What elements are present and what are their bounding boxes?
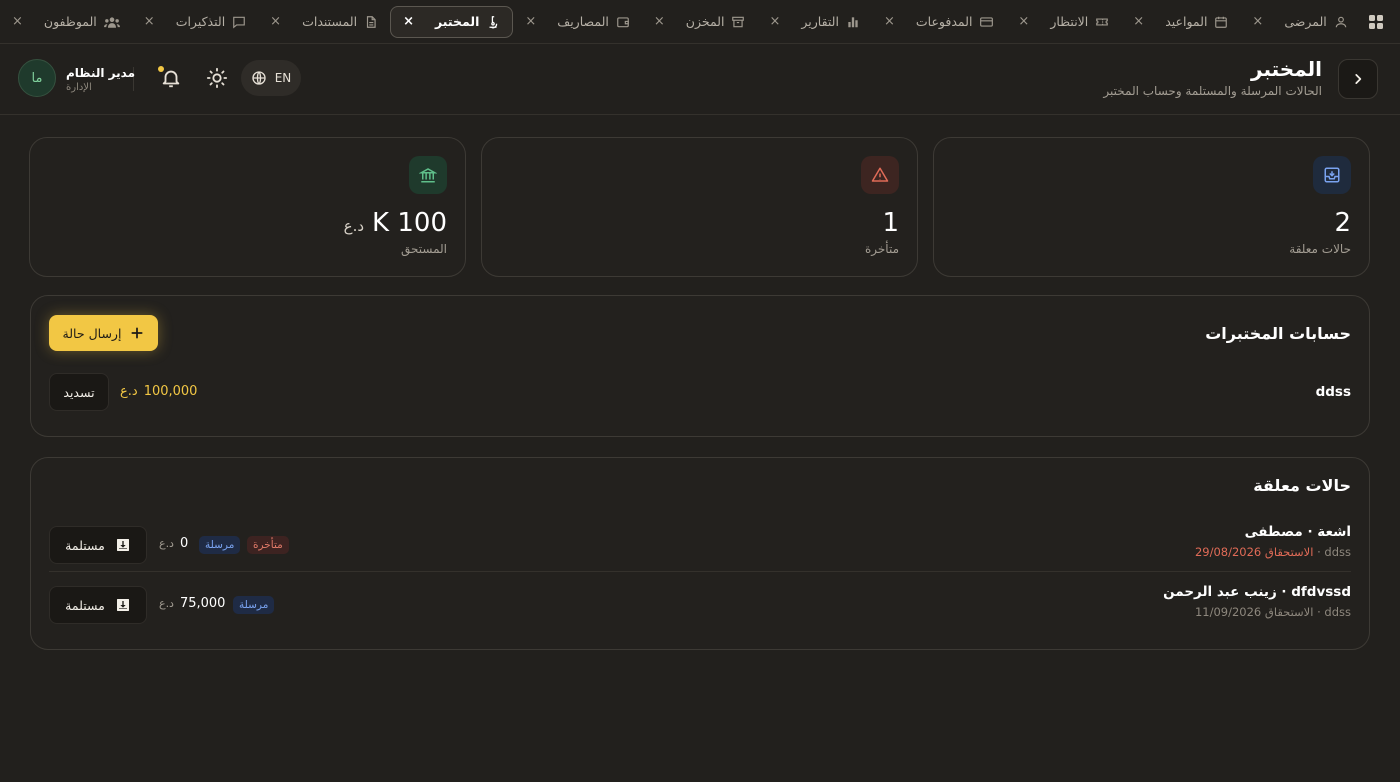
status-badge: متأخرة	[247, 536, 289, 554]
calendar-icon	[1214, 15, 1228, 29]
apps-grid-icon[interactable]	[1360, 5, 1392, 39]
tab-label: المدفوعات	[915, 14, 973, 29]
mark-received-button[interactable]: مستلمة	[49, 526, 147, 564]
credit-card-icon	[979, 15, 994, 29]
warning-icon	[861, 156, 899, 194]
stat-label: متأخرة	[864, 242, 899, 256]
close-icon[interactable]: ×	[270, 14, 281, 29]
tab-label: المواعيد	[1165, 14, 1208, 29]
stat-label: حالات معلقة	[1289, 242, 1351, 256]
microscope-icon	[486, 15, 500, 29]
plus-icon	[131, 327, 143, 339]
tab-staff[interactable]: الموظفون ×	[0, 6, 132, 38]
tab-reminders[interactable]: التذكيرات ×	[132, 6, 258, 38]
close-icon[interactable]: ×	[525, 14, 536, 29]
list-item: اشعة · مصطفى ddss · الاستحقاق 29/08/2026…	[49, 522, 1351, 572]
tab-label: التذكيرات	[175, 14, 226, 29]
case-meta: ddss · الاستحقاق 11/09/2026	[1194, 605, 1351, 619]
avatar[interactable]: ما	[18, 59, 56, 97]
tab-patients[interactable]: المرضى ×	[1240, 6, 1359, 38]
close-icon[interactable]: ×	[1252, 14, 1263, 29]
status-badge: مرسلة	[199, 536, 241, 554]
page-title: المختبر	[1251, 57, 1322, 81]
users-icon	[103, 15, 120, 29]
close-icon[interactable]: ×	[12, 14, 23, 29]
back-button[interactable]	[1338, 59, 1378, 99]
bar-chart-icon	[846, 15, 860, 29]
chevron-right-icon	[1355, 74, 1362, 84]
close-icon[interactable]: ×	[654, 14, 665, 29]
user-name[interactable]: مدير النظام	[66, 66, 135, 80]
user-role: الإدارة	[66, 82, 92, 93]
case-amount: 0 د.ع	[159, 536, 189, 551]
pending-cases-card: حالات معلقة اشعة · مصطفى ddss · الاستحقا…	[30, 457, 1370, 650]
lab-balance: 100,000 د.ع	[120, 384, 198, 399]
globe-icon	[252, 71, 266, 85]
stat-value: 100 K د.ع	[343, 208, 447, 238]
tab-lab[interactable]: المختبر ×	[390, 5, 514, 38]
stat-value: 1	[882, 208, 899, 238]
currency-label: د.ع	[343, 217, 365, 235]
archive-icon	[731, 15, 745, 29]
tab-waiting[interactable]: الانتظار ×	[1006, 6, 1121, 38]
stat-card-pending: 2 حالات معلقة	[933, 137, 1370, 277]
tab-label: الانتظار	[1050, 14, 1089, 29]
stat-card-due: 100 K د.ع المستحق	[29, 137, 466, 277]
close-icon[interactable]: ×	[769, 14, 780, 29]
case-amount: 75,000 د.ع	[159, 596, 226, 611]
close-icon[interactable]: ×	[1133, 14, 1144, 29]
user-icon	[1334, 15, 1348, 29]
tab-label: المستندات	[302, 14, 358, 29]
tab-label: المرضى	[1284, 14, 1327, 29]
stat-card-overdue: 1 متأخرة	[481, 137, 918, 277]
divider	[49, 571, 1351, 572]
tab-reports[interactable]: التقارير ×	[757, 6, 872, 38]
tab-label: المصاريف	[557, 14, 609, 29]
case-meta: ddss · الاستحقاق 29/08/2026	[1194, 545, 1351, 559]
tab-label: المخزن	[685, 14, 725, 29]
ticket-icon	[1095, 15, 1109, 29]
case-title: اشعة · مصطفى	[1244, 524, 1351, 540]
send-case-button[interactable]: إرسال حالة	[49, 315, 158, 351]
download-tray-icon	[116, 599, 129, 611]
tab-payments[interactable]: المدفوعات ×	[872, 6, 1006, 38]
case-title: dfdvssd · زينب عبد الرحمن	[1163, 584, 1351, 600]
message-icon	[232, 15, 246, 29]
page-header: المختبر الحالات المرسلة والمستلمة وحساب …	[0, 45, 1400, 115]
lab-name: ddss	[1315, 384, 1351, 400]
stat-label: المستحق	[400, 242, 447, 256]
mark-received-button[interactable]: مستلمة	[49, 586, 147, 624]
tab-documents[interactable]: المستندات ×	[258, 6, 390, 38]
tab-appointments[interactable]: المواعيد ×	[1121, 6, 1240, 38]
tab-bar: المرضى × المواعيد × الانتظار × المدفوعات…	[0, 0, 1400, 44]
close-icon[interactable]: ×	[403, 14, 414, 29]
tab-label: الموظفون	[43, 14, 97, 29]
language-toggle[interactable]: EN	[241, 60, 301, 96]
close-icon[interactable]: ×	[884, 14, 895, 29]
pay-button[interactable]: تسديد	[49, 373, 109, 411]
download-tray-icon	[116, 539, 129, 551]
close-icon[interactable]: ×	[1018, 14, 1029, 29]
section-title: حالات معلقة	[1253, 476, 1351, 495]
status-badge: مرسلة	[233, 596, 275, 614]
document-icon	[364, 15, 378, 29]
close-icon[interactable]: ×	[144, 14, 155, 29]
section-title: حسابات المختبرات	[1205, 324, 1351, 343]
theme-sun-icon[interactable]	[206, 67, 228, 89]
tab-label: المختبر	[435, 14, 480, 29]
page-subtitle: الحالات المرسلة والمستلمة وحساب المختبر	[1103, 84, 1322, 98]
stat-value: 2	[1334, 208, 1351, 238]
wallet-icon	[616, 15, 630, 29]
tab-inventory[interactable]: المخزن ×	[642, 6, 758, 38]
tab-label: التقارير	[801, 14, 839, 29]
list-item: dfdvssd · زينب عبد الرحمن ddss · الاستحق…	[49, 582, 1351, 632]
language-label: EN	[274, 71, 292, 85]
bank-icon	[409, 156, 447, 194]
notification-dot	[158, 66, 164, 72]
tab-expenses[interactable]: المصاريف ×	[513, 6, 642, 38]
lab-accounts-card: حسابات المختبرات إرسال حالة ddss 100,000…	[30, 295, 1370, 437]
inbox-icon	[1313, 156, 1351, 194]
